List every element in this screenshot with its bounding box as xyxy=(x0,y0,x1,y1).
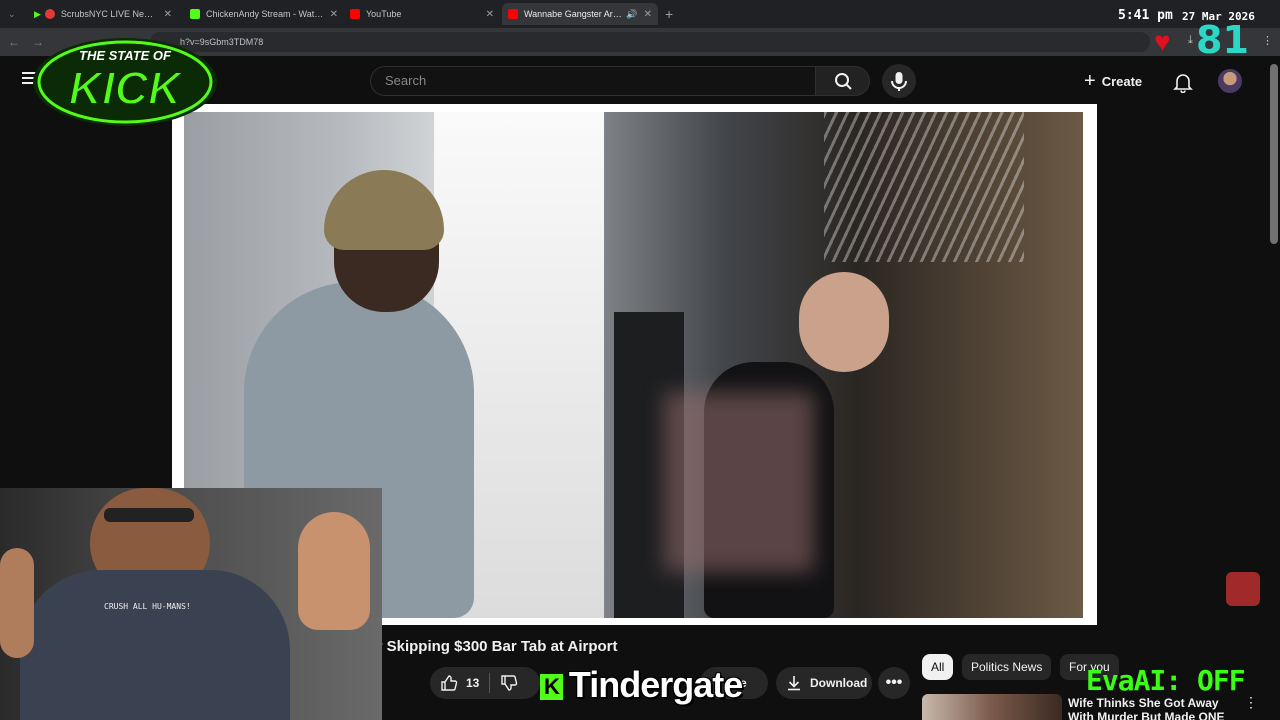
stream-badge-icon xyxy=(1226,572,1260,606)
like-button[interactable]: 13 xyxy=(440,674,479,692)
close-tab-icon[interactable]: ✕ xyxy=(486,9,494,20)
thumbs-up-icon xyxy=(441,675,458,691)
youtube-favicon-icon xyxy=(508,9,518,19)
tab-wannabe-gangster[interactable]: Wannabe Gangster Arreste 🔊 ✕ xyxy=(502,3,658,25)
create-button[interactable]: + Create xyxy=(1084,65,1154,97)
logo-line1: THE STATE OF xyxy=(79,48,172,63)
play-icon: ▶ xyxy=(34,8,41,19)
tab-title: YouTube xyxy=(366,9,402,19)
sunglasses xyxy=(104,508,194,522)
search-icon xyxy=(835,73,852,90)
logo-line2: KICK xyxy=(69,62,184,114)
tab-scrubsnyc[interactable]: ▶ ScrubsNYC LIVE New York C ✕ xyxy=(28,3,178,25)
close-tab-icon[interactable]: ✕ xyxy=(164,9,172,20)
overlay-banner: K Tindergate xyxy=(540,664,743,706)
thumbs-down-icon[interactable] xyxy=(500,674,518,692)
close-tab-icon[interactable]: ✕ xyxy=(330,9,338,20)
recommendation-thumbnail[interactable] xyxy=(922,694,1062,720)
more-actions-button[interactable]: ••• xyxy=(878,667,910,699)
audio-playing-icon[interactable]: 🔊 xyxy=(626,9,637,20)
viewer-count: 81 xyxy=(1196,18,1249,62)
officer-head xyxy=(799,272,889,372)
divider xyxy=(489,673,491,693)
shirt-text: CRUSH ALL HU-MANS! xyxy=(104,602,191,611)
download-icon xyxy=(788,676,800,691)
youtube-favicon-icon xyxy=(350,9,360,19)
microphone-icon xyxy=(891,72,907,91)
download-icon[interactable]: ⤓ xyxy=(1188,34,1193,47)
banner-text: Tindergate xyxy=(568,664,743,705)
create-label: Create xyxy=(1101,73,1143,89)
recommendation-menu-icon[interactable]: ⋮ xyxy=(1244,694,1258,711)
download-label: Download xyxy=(810,676,868,690)
raised-hand xyxy=(298,512,370,630)
search-placeholder: Search xyxy=(385,73,427,88)
new-tab-icon[interactable]: + xyxy=(665,0,673,28)
like-dislike-group: 13 xyxy=(430,667,540,699)
overlay-clock: 5:41 pm xyxy=(1118,8,1173,23)
more-horizontal-icon: ••• xyxy=(885,674,903,691)
search-input[interactable]: Search xyxy=(370,66,816,96)
like-count: 13 xyxy=(466,676,480,690)
heart-icon: ♥ xyxy=(1154,26,1171,57)
beanie xyxy=(324,170,444,250)
chip-all[interactable]: All xyxy=(922,654,954,680)
kick-favicon-icon xyxy=(190,9,200,19)
raised-hand-left xyxy=(0,548,34,658)
bell-icon xyxy=(1173,74,1193,94)
browser-menu-icon[interactable]: ⋮ xyxy=(1262,34,1273,47)
kick-k-icon: K xyxy=(540,674,563,701)
streamer-webcam: CRUSH ALL HU-MANS! xyxy=(0,488,382,720)
tab-youtube[interactable]: YouTube ✕ xyxy=(344,3,500,25)
ceiling-lights xyxy=(824,112,1024,262)
search-button[interactable] xyxy=(816,66,870,96)
blurred-area xyxy=(664,392,814,572)
scrollbar[interactable] xyxy=(1270,64,1278,244)
tab-chickenandy[interactable]: ChickenAndy Stream - Watch Li ✕ xyxy=(184,3,344,25)
avatar[interactable] xyxy=(1218,69,1242,93)
url-field[interactable]: h?v=9sGbm3TDM78 xyxy=(150,32,1150,52)
eva-ai-status: EvaAI: OFF xyxy=(1086,664,1246,697)
tab-title: ChickenAndy Stream - Watch Li xyxy=(206,9,324,19)
notifications-button[interactable] xyxy=(1172,71,1194,94)
download-button[interactable]: Download xyxy=(776,667,872,699)
voice-search-button[interactable] xyxy=(882,64,916,98)
tab-title: ScrubsNYC LIVE New York C xyxy=(60,9,158,19)
chip-politics-news[interactable]: Politics News xyxy=(962,654,1052,680)
tab-search-icon[interactable]: ⌄ xyxy=(8,0,16,28)
back-icon[interactable]: ← xyxy=(8,28,20,56)
tab-title: Wannabe Gangster Arreste xyxy=(524,9,623,19)
plus-icon: + xyxy=(1084,69,1096,92)
recommendation-title[interactable]: Wife Thinks She Got Away With Murder But… xyxy=(1068,696,1238,720)
streamer-shirt xyxy=(20,570,290,720)
favicon-icon xyxy=(44,9,55,19)
close-tab-icon[interactable]: ✕ xyxy=(644,9,652,20)
state-of-kick-logo: THE STATE OF KICK xyxy=(30,26,220,130)
browser-tab-strip: ⌄ ▶ ScrubsNYC LIVE New York C ✕ ChickenA… xyxy=(0,0,1280,28)
